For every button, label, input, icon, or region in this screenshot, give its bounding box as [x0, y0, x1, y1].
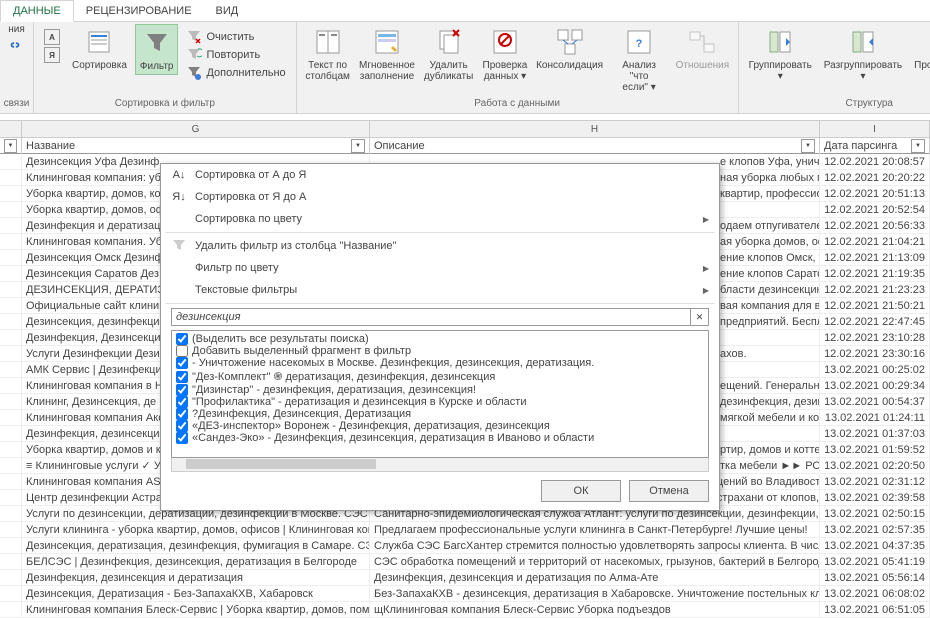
sort-filter-group-label: Сортировка и фильтр — [115, 98, 215, 111]
col-header-i[interactable]: I — [820, 121, 930, 137]
table-row[interactable]: Дезинсекция, дератизация, дезинфекция, ф… — [0, 538, 930, 554]
sort-az-icon: А↓ — [171, 167, 187, 183]
filter-list-item[interactable]: "Профилактика" - дератизация и дезинсекц… — [174, 396, 706, 408]
filter-checkbox[interactable] — [176, 432, 188, 444]
filter-list-item[interactable]: (Выделить все результаты поиска) — [174, 333, 706, 345]
submenu-arrow-icon: ▶ — [703, 264, 709, 273]
relations-button[interactable]: Отношения — [673, 24, 731, 73]
data-tools-group-label: Работа с данными — [474, 98, 560, 111]
col-header-h[interactable]: H — [370, 121, 820, 137]
clear-filter-button[interactable]: Очистить — [182, 28, 289, 46]
filter-item-label: "Дизинстар" - дезинфекция, дератизация, … — [192, 384, 476, 396]
filter-checkbox[interactable] — [176, 408, 188, 420]
group-button[interactable]: Группировать▾ — [745, 24, 816, 84]
filter-value-list[interactable]: (Выделить все результаты поиска)Добавить… — [171, 330, 709, 458]
filter-item-label: "Дез-Комплект" ֍ дератизация, дезинфекци… — [192, 369, 495, 384]
flash-fill-button[interactable]: Мгновенноезаполнение — [357, 24, 418, 84]
filter-item-label: "Профилактика" - дератизация и дезинсекц… — [192, 396, 526, 408]
filter-checkbox[interactable] — [176, 371, 188, 383]
data-validation-button[interactable]: Проверкаданных ▾ — [480, 24, 530, 84]
filter-search-clear[interactable]: ✕ — [691, 308, 709, 326]
filter-checkbox[interactable] — [176, 333, 188, 345]
filter-cancel-button[interactable]: Отмена — [629, 480, 709, 502]
filter-sort-color[interactable]: Сортировка по цвету▶ — [161, 208, 719, 230]
header-date: Дата парсинга — [824, 140, 897, 152]
sort-az-button[interactable]: А — [40, 28, 64, 46]
subtotal-button[interactable]: Промежуточныйитог — [910, 24, 930, 84]
filter-list-item[interactable]: «ДЕЗ-инспектор» Воронеж - Дезинфекция, д… — [174, 420, 706, 432]
sort-za-button[interactable]: Я — [40, 46, 64, 64]
table-row[interactable]: Дезинфекция, дезинсекция и дератизацияДе… — [0, 570, 930, 586]
text-to-columns-button[interactable]: Текст постолбцам — [303, 24, 353, 84]
table-row[interactable]: Услуги клининга - уборка квартир, домов,… — [0, 522, 930, 538]
autofilter-popup: А↓Сортировка от А до Я Я↓Сортировка от Я… — [160, 163, 720, 511]
filter-item-label: Добавить выделенный фрагмент в фильтр — [192, 345, 411, 357]
sort-za-icon: Я↓ — [171, 189, 187, 205]
filter-checkbox[interactable] — [176, 420, 188, 432]
filter-clear: Удалить фильтр из столбца "Название" — [161, 235, 719, 257]
filter-checkbox[interactable] — [176, 345, 188, 357]
tab-data[interactable]: ДАННЫЕ — [0, 0, 74, 22]
ungroup-button[interactable]: Разгруппировать▾ — [820, 24, 906, 84]
header-desc: Описание — [374, 140, 425, 152]
filter-sort-za[interactable]: Я↓Сортировка от Я до А — [161, 186, 719, 208]
what-if-button[interactable]: ?Анализ "чтоесли" ▾ — [609, 24, 669, 95]
filter-text-filters[interactable]: Текстовые фильтры▶ — [161, 279, 719, 301]
svg-text:?: ? — [636, 38, 643, 50]
advanced-filter-button[interactable]: Дополнительно — [182, 64, 289, 82]
filter-button[interactable]: Фильтр — [135, 24, 179, 75]
filter-list-item[interactable]: "Дез-Комплект" ֍ дератизация, дезинфекци… — [174, 369, 706, 384]
reapply-filter-button[interactable]: Повторить — [182, 46, 289, 64]
filter-checkbox[interactable] — [176, 396, 188, 408]
submenu-arrow-icon: ▶ — [703, 286, 709, 295]
filter-item-label: «ДЕЗ-инспектор» Воронеж - Дезинфекция, д… — [192, 420, 550, 432]
table-row[interactable]: Дезинсекция, Дератизация - Без-ЗапахаКХВ… — [0, 586, 930, 602]
consolidate-button[interactable]: Консолидация — [534, 24, 605, 73]
header-title: Название — [26, 140, 75, 152]
col-header-g[interactable]: G — [22, 121, 370, 137]
filter-list-item[interactable]: - Уничтожение насекомых в Москве. Дезинф… — [174, 357, 706, 369]
table-row[interactable]: БЕЛСЭС | Дезинфекция, дезинсекция, дерат… — [0, 554, 930, 570]
filter-checkbox[interactable] — [176, 357, 188, 369]
filter-item-label: ?Дезинфекция, Дезинсекция, Дератизация — [192, 408, 411, 420]
filter-item-label: (Выделить все результаты поиска) — [192, 333, 369, 345]
filter-dropdown-prev[interactable]: ▼ — [4, 139, 17, 153]
filter-list-item[interactable]: ?Дезинфекция, Дезинсекция, Дератизация — [174, 408, 706, 420]
edit-links-cut: ния — [8, 24, 25, 35]
filter-list-item[interactable]: «Сандез-Эко» - Дезинфекция, дезинсекция,… — [174, 432, 706, 444]
tab-view[interactable]: ВИД — [204, 1, 251, 21]
sort-button[interactable]: Сортировка — [68, 24, 131, 73]
filter-checkbox[interactable] — [176, 384, 188, 396]
filter-by-color: Фильтр по цвету▶ — [161, 257, 719, 279]
remove-duplicates-button[interactable]: Удалитьдубликаты — [421, 24, 475, 84]
filter-search-input[interactable] — [171, 308, 691, 326]
filter-sort-az[interactable]: А↓Сортировка от А до Я — [161, 164, 719, 186]
filter-item-label: «Сандез-Эко» - Дезинфекция, дезинсекция,… — [192, 432, 594, 444]
submenu-arrow-icon: ▶ — [703, 215, 709, 224]
col-header-blank[interactable] — [0, 121, 22, 137]
filter-dropdown-date[interactable]: ▼ — [911, 139, 925, 153]
filter-ok-button[interactable]: ОК — [541, 480, 621, 502]
filter-dropdown-title[interactable]: ▼ — [351, 139, 365, 153]
structure-group-label: Структура — [846, 98, 893, 111]
filter-list-item[interactable]: "Дизинстар" - дезинфекция, дератизация, … — [174, 384, 706, 396]
filter-list-item[interactable]: Добавить выделенный фрагмент в фильтр — [174, 345, 706, 357]
filter-list-hscroll[interactable] — [171, 458, 709, 472]
filter-dropdown-desc[interactable]: ▼ — [801, 139, 815, 153]
tab-review[interactable]: РЕЦЕНЗИРОВАНИЕ — [74, 1, 204, 21]
clear-filter-icon — [171, 238, 187, 254]
filter-item-label: - Уничтожение насекомых в Москве. Дезинф… — [192, 357, 594, 369]
connections-group-label: связи — [4, 98, 30, 111]
